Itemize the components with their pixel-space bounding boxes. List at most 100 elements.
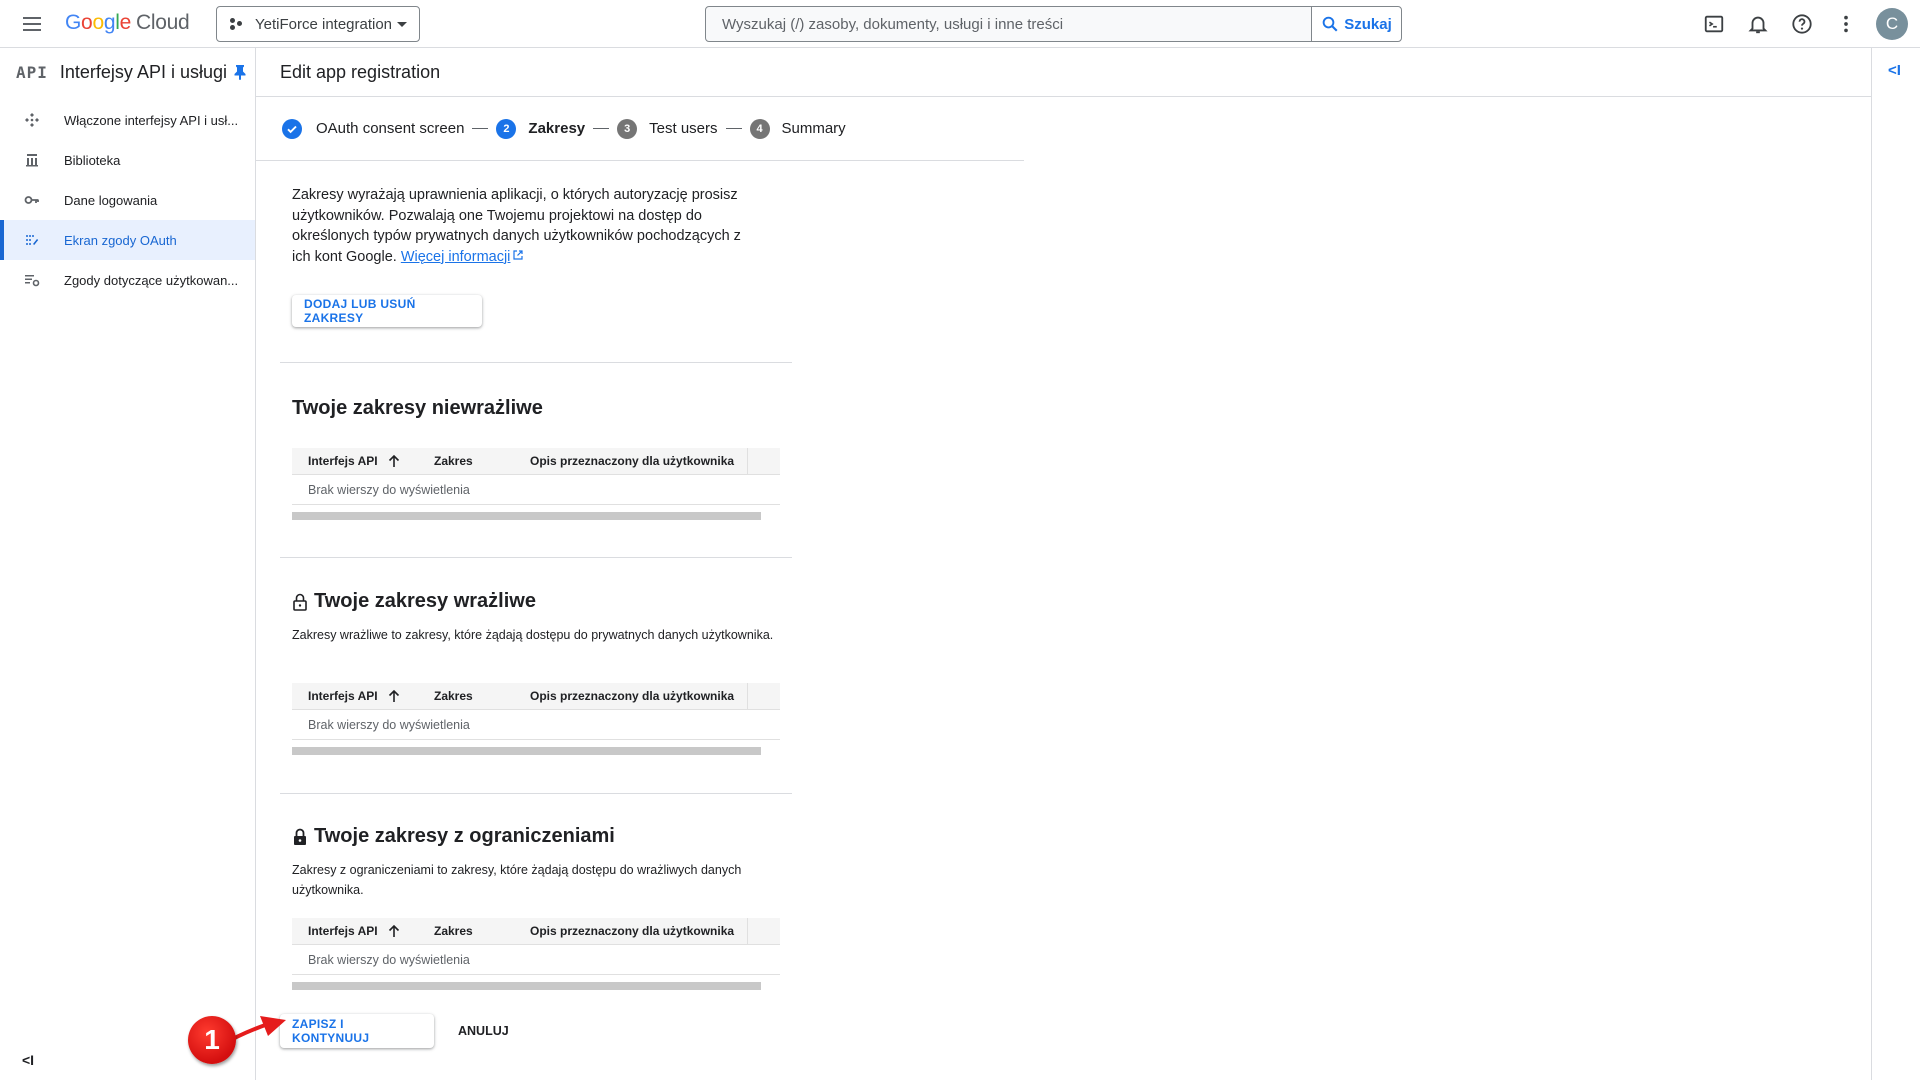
more-vert-icon [1844, 15, 1848, 33]
column-divider [747, 448, 748, 475]
chevron-down-icon [397, 22, 407, 27]
column-api[interactable]: Interfejs API [308, 924, 434, 938]
step-separator [593, 128, 610, 129]
cancel-button[interactable]: ANULUJ [446, 1014, 521, 1048]
pin-icon[interactable] [233, 64, 247, 80]
sort-ascending-icon [388, 454, 399, 467]
sidebar-item-domain-verification[interactable]: Zgody dotyczące użytkowan... [0, 260, 255, 300]
column-description[interactable]: Opis przeznaczony dla użytkownika [530, 924, 748, 938]
sidebar-title[interactable]: Interfejsy API i usługi [60, 62, 227, 83]
help-button[interactable] [1780, 2, 1824, 46]
sidebar-header: API Interfejsy API i usługi [0, 48, 255, 96]
sidebar-item-label: Dane logowania [64, 192, 158, 208]
notifications-icon [1748, 16, 1768, 34]
horizontal-scrollbar[interactable] [292, 512, 761, 520]
notifications-button[interactable] [1736, 2, 1780, 46]
column-label: Opis przeznaczony dla użytkownika [530, 924, 735, 938]
sidebar-nav: Włączone interfejsy API i usł... Bibliot… [0, 100, 255, 300]
top-icons: C [1692, 0, 1920, 48]
search-button[interactable]: Szukaj [1311, 7, 1401, 41]
page-title-bar: Edit app registration [256, 48, 1872, 97]
non-sensitive-scopes-table: Interfejs API Zakres Opis przeznaczony d… [292, 448, 780, 520]
divider [280, 557, 792, 558]
cloud-shell-button[interactable] [1692, 2, 1736, 46]
search-input[interactable] [706, 7, 1311, 41]
sensitive-scopes-description: Zakresy wrażliwe to zakresy, które żądaj… [292, 628, 774, 642]
table-header: Interfejs API Zakres Opis przeznaczony d… [292, 918, 780, 945]
sort-ascending-icon [388, 689, 399, 702]
column-label: Opis przeznaczony dla użytkownika [530, 454, 735, 468]
add-remove-scopes-button[interactable]: DODAJ LUB USUŃ ZAKRESY [292, 295, 482, 327]
column-api[interactable]: Interfejs API [308, 454, 434, 468]
apis-icon [24, 112, 40, 128]
sidebar-item-enabled-apis[interactable]: Włączone interfejsy API i usł... [0, 100, 255, 140]
empty-table-message: Brak wierszy do wyświetlenia [292, 710, 780, 740]
column-scope[interactable]: Zakres [434, 689, 530, 703]
step-oauth-consent[interactable]: OAuth consent screen [282, 118, 465, 139]
section-title-text: Twoje zakresy niewrażliwe [292, 397, 543, 419]
column-api[interactable]: Interfejs API [308, 689, 434, 703]
page-title: Edit app registration [280, 61, 441, 82]
logo-letter: e [119, 11, 132, 34]
api-logo: API [16, 62, 48, 82]
learn-more-link[interactable]: Więcej informacji [401, 249, 511, 265]
account-avatar[interactable]: C [1876, 8, 1908, 40]
divider [280, 793, 792, 794]
sidebar-item-credentials[interactable]: Dane logowania [0, 180, 255, 220]
section-title-text: Twoje zakresy wrażliwe [314, 590, 536, 612]
save-and-continue-button[interactable]: ZAPISZ I KONTYNUUJ [280, 1014, 434, 1048]
stepper: OAuth consent screen 2 Zakresy 3 Test us… [256, 97, 1024, 161]
check-circle-icon [282, 118, 302, 139]
expand-panel-button[interactable]: <I [1888, 62, 1901, 79]
collapse-sidebar-button[interactable]: <I [22, 1052, 34, 1068]
column-label: Interfejs API [308, 924, 378, 938]
step-test-users[interactable]: 3 Test users [617, 118, 718, 139]
more-options-button[interactable] [1824, 2, 1868, 46]
sidebar-item-oauth-consent[interactable]: Ekran zgody OAuth [0, 220, 255, 260]
sidebar-item-library[interactable]: Biblioteka [0, 140, 255, 180]
step-scopes[interactable]: 2 Zakresy [496, 118, 585, 139]
sort-ascending-icon [388, 924, 399, 937]
consent-icon [24, 232, 40, 248]
step-label: OAuth consent screen [316, 120, 465, 137]
main-menu-button[interactable] [20, 12, 44, 36]
step-number: 4 [749, 118, 770, 139]
column-label: Zakres [434, 924, 473, 938]
column-label: Zakres [434, 689, 473, 703]
project-picker[interactable]: YetiForce integration [216, 6, 420, 42]
divider [280, 362, 792, 363]
learn-more-label: Więcej informacji [400, 248, 511, 265]
step-label: Summary [781, 120, 846, 137]
step-summary[interactable]: 4 Summary [749, 118, 846, 139]
logo-cloud-text: Cloud [135, 11, 190, 34]
non-sensitive-scopes-title: Twoje zakresy niewrażliwe [292, 397, 543, 420]
key-icon [24, 192, 40, 208]
column-label: Interfejs API [308, 454, 378, 468]
column-divider [747, 683, 748, 710]
annotation-step-marker: 1 [188, 1016, 236, 1064]
horizontal-scrollbar[interactable] [292, 747, 761, 755]
column-scope[interactable]: Zakres [434, 454, 530, 468]
sidebar-item-label: Zgody dotyczące użytkowan... [64, 272, 239, 288]
form-actions: ZAPISZ I KONTYNUUJ ANULUJ [280, 1014, 521, 1048]
external-link-icon [513, 249, 524, 260]
search-button-label: Szukaj [1344, 15, 1392, 33]
empty-table-message: Brak wierszy do wyświetlenia [292, 945, 780, 975]
column-label: Zakres [434, 454, 473, 468]
empty-table-message: Brak wierszy do wyświetlenia [292, 475, 780, 505]
search-bar: Szukaj [705, 6, 1402, 42]
project-name: YetiForce integration [255, 15, 393, 33]
project-icon [229, 17, 247, 31]
lock-open-outline-icon [293, 593, 307, 611]
table-header: Interfejs API Zakres Opis przeznaczony d… [292, 683, 780, 710]
library-icon [24, 152, 40, 168]
column-description[interactable]: Opis przeznaczony dla użytkownika [530, 454, 748, 468]
column-description[interactable]: Opis przeznaczony dla użytkownika [530, 689, 748, 703]
sidebar: API Interfejsy API i usługi Włączone int… [0, 48, 256, 1080]
column-label: Opis przeznaczony dla użytkownika [530, 689, 735, 703]
column-scope[interactable]: Zakres [434, 924, 530, 938]
sidebar-item-label: Ekran zgody OAuth [64, 232, 177, 248]
horizontal-scrollbar[interactable] [292, 982, 761, 990]
google-cloud-logo[interactable]: Google Cloud [65, 11, 190, 35]
settings-list-icon [24, 272, 40, 288]
